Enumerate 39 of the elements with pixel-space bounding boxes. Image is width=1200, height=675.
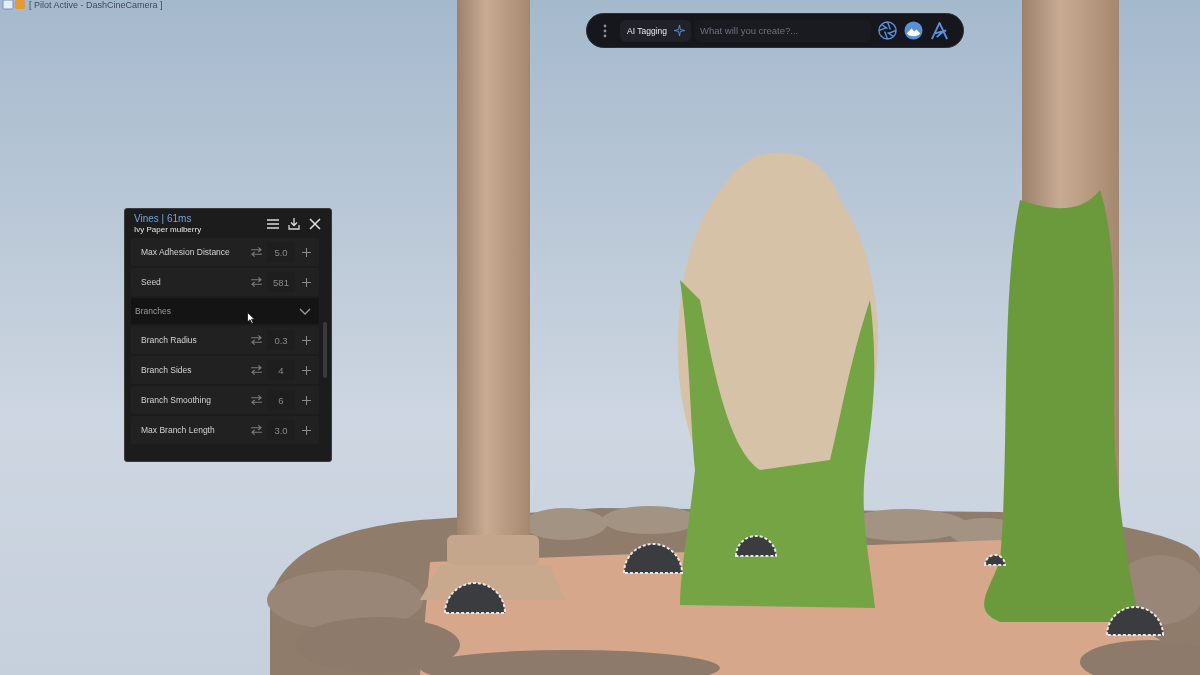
property-label: Seed [141,277,162,287]
sparkle-icon [674,25,685,36]
property-label: Branch Sides [141,365,193,375]
mouse-cursor-icon [247,312,255,324]
half-disc-marker-icon [984,554,1006,566]
property-label: Max Branch Length [141,425,216,435]
swap-arrows-icon[interactable] [250,395,263,405]
swap-arrows-icon[interactable] [250,277,263,287]
stylized-a-icon[interactable] [930,21,949,40]
more-options-icon[interactable] [603,23,607,38]
plus-icon[interactable] [302,365,311,375]
property-label: Branch Radius [141,335,198,345]
section-header[interactable]: Branches [131,298,319,324]
half-disc-marker-icon [735,535,777,557]
close-icon[interactable] [309,217,321,230]
half-disc-marker-icon [623,543,683,574]
swap-arrows-icon[interactable] [250,425,263,435]
half-disc-marker-icon [1106,606,1164,636]
half-disc-marker-icon [444,582,506,614]
tag-chip[interactable]: AI Tagging [620,19,691,42]
menu-icon[interactable] [267,218,279,229]
swap-arrows-icon[interactable] [250,365,263,375]
property-label: Max Adhesion Distance [141,247,231,257]
window-title: [ Pilot Active - DashCineCamera ] [29,0,163,10]
prompt-input[interactable]: What will you create?... [695,19,871,42]
swap-arrows-icon[interactable] [250,247,263,257]
panel-title: Vines | 61ms [134,213,193,224]
download-icon[interactable] [288,217,300,230]
plus-icon[interactable] [302,395,311,405]
app-icon [2,0,26,10]
plus-icon[interactable] [302,335,311,345]
panel-subtitle: Ivy Paper mulberry [134,225,203,234]
plus-icon[interactable] [302,277,311,287]
aperture-icon[interactable] [878,21,897,40]
swap-arrows-icon[interactable] [250,335,263,345]
plus-icon[interactable] [302,247,311,257]
plus-icon[interactable] [302,425,311,435]
property-label: Branch Smoothing [141,395,212,405]
landscape-image-icon[interactable] [904,21,923,40]
